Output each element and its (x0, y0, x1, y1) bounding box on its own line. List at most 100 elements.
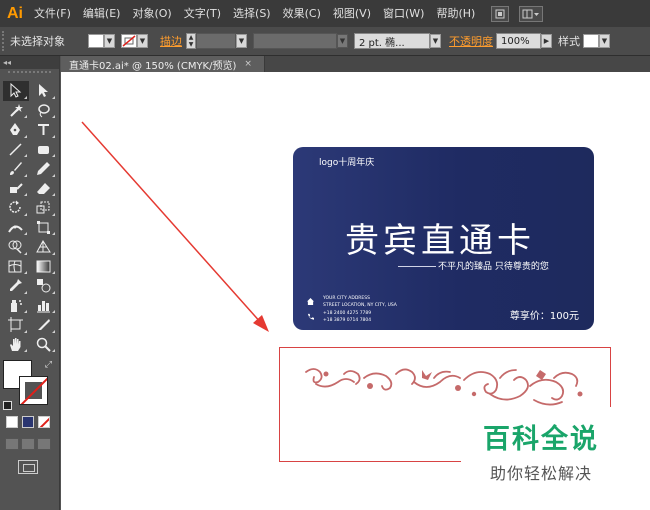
mesh-tool[interactable] (3, 257, 29, 277)
menu-edit[interactable]: 编辑(E) (77, 0, 127, 27)
selection-arrow-icon (10, 83, 22, 98)
stroke-weight-stepper[interactable]: ▲ ▼ (186, 33, 196, 49)
stroke-weight-dropdown[interactable]: ▼ (236, 34, 247, 48)
blob-brush-tool[interactable] (3, 179, 29, 199)
opacity-field[interactable]: 100% (496, 33, 541, 49)
magic-wand-tool[interactable] (3, 101, 29, 121)
card-slogan: 不平凡的臻品 只待尊贵的您 (438, 262, 549, 272)
pencil-tool[interactable] (31, 159, 57, 179)
eraser-tool[interactable] (31, 179, 57, 199)
brush-definition-field[interactable]: 2 pt. 椭... (354, 33, 430, 49)
tools-panel-collapse[interactable]: ◂◂ (0, 56, 59, 69)
symbol-sprayer-tool[interactable] (3, 296, 29, 316)
document-tab[interactable]: 直通卡02.ai* @ 150% (CMYK/预览) × (61, 56, 265, 72)
draw-inside-button[interactable] (37, 438, 51, 450)
fill-dropdown[interactable]: ▼ (104, 34, 115, 48)
selection-status: 未选择对象 (10, 35, 65, 48)
width-tool[interactable] (3, 218, 29, 238)
artboard-tool[interactable] (3, 315, 29, 335)
line-segment-icon (9, 143, 22, 156)
stroke-weight-field[interactable] (196, 33, 236, 49)
phone-icon (307, 313, 314, 320)
eyedropper-icon (10, 279, 22, 292)
zoom-icon (36, 337, 51, 352)
draw-normal-button[interactable] (5, 438, 19, 450)
screen-mode-button[interactable] (18, 460, 38, 474)
column-graph-icon (37, 300, 50, 313)
swap-fill-stroke-icon[interactable]: ⤢ (45, 360, 52, 370)
gradient-tool[interactable] (31, 257, 57, 277)
slice-tool[interactable] (31, 315, 57, 335)
blend-icon (37, 279, 51, 293)
artboard-icon (8, 317, 23, 333)
tools-panel-grip[interactable] (8, 71, 51, 79)
rectangle-tool[interactable] (31, 140, 57, 160)
stroke-swatch[interactable] (121, 34, 137, 48)
rotate-tool[interactable] (3, 198, 29, 218)
card-phone-line: +18 2400 4275 7789 (323, 311, 372, 316)
lasso-tool[interactable] (31, 101, 57, 121)
line-segment-tool[interactable] (3, 140, 29, 160)
rounded-rectangle-icon (38, 145, 49, 154)
perspective-grid-tool[interactable] (31, 237, 57, 257)
fill-swatch[interactable] (88, 34, 104, 48)
color-mode-row (6, 416, 59, 428)
default-fill-stroke-icon[interactable] (3, 401, 12, 410)
control-bar-grip[interactable] (2, 31, 6, 51)
blend-tool[interactable] (31, 276, 57, 296)
zoom-tool[interactable] (31, 335, 57, 355)
card-phone-line: +18 3879 0714 7804 (323, 318, 372, 323)
opacity-dropdown[interactable]: ▶ (541, 34, 552, 48)
stroke-color-box[interactable] (19, 376, 48, 405)
type-tool[interactable] (31, 120, 57, 140)
variable-width-profile[interactable] (253, 33, 337, 49)
selection-tool[interactable] (2, 81, 29, 101)
stroke-panel-link[interactable]: 描边 (160, 33, 182, 49)
opacity-panel-link[interactable]: 不透明度 (449, 33, 493, 49)
document-tab-title: 直通卡02.ai* @ 150% (CMYK/预览) (69, 60, 237, 72)
direct-selection-tool[interactable] (31, 81, 57, 101)
artboard-canvas[interactable]: logo十周年庆 贵宾直通卡 不平凡的臻品 只待尊贵的您 YOUR CITY A… (61, 72, 650, 510)
variable-width-dropdown[interactable]: ▼ (337, 34, 348, 48)
watermark-subtitle: 助你轻松解决 (490, 464, 593, 483)
stroke-dropdown[interactable]: ▼ (137, 34, 148, 48)
menu-select[interactable]: 选择(S) (227, 0, 277, 27)
graphic-style-dropdown[interactable]: ▼ (599, 34, 610, 48)
card-address-line: YOUR CITY ADDRESS (323, 296, 370, 301)
gradient-button[interactable] (22, 416, 34, 428)
paintbrush-tool[interactable] (3, 159, 29, 179)
graphic-style-swatch[interactable] (583, 34, 599, 48)
brush-definition-dropdown[interactable]: ▼ (430, 34, 441, 48)
scale-tool[interactable] (31, 198, 57, 218)
mesh-icon (8, 260, 22, 273)
menu-bar: Ai 文件(F) 编辑(E) 对象(O) 文字(T) 选择(S) 效果(C) 视… (0, 0, 650, 27)
menu-view[interactable]: 视图(V) (327, 0, 377, 27)
menu-help[interactable]: 帮助(H) (430, 0, 481, 27)
hand-tool[interactable] (3, 335, 29, 355)
opacity-value: 100% (501, 35, 530, 47)
eyedropper-tool[interactable] (3, 276, 29, 296)
pencil-icon (37, 162, 50, 176)
menu-window[interactable]: 窗口(W) (377, 0, 430, 27)
control-bar: 未选择对象 ▼ ▼ 描边 ▲ ▼ ▼ ▼ 2 pt. 椭... ▼ 不透明度 10… (0, 27, 650, 56)
bridge-button[interactable] (491, 5, 510, 22)
arrange-documents-button[interactable] (519, 5, 544, 22)
eraser-icon (37, 182, 50, 194)
gradient-icon (36, 260, 51, 273)
pen-tool[interactable] (3, 120, 29, 140)
none-button[interactable] (38, 416, 50, 428)
menu-file[interactable]: 文件(F) (28, 0, 77, 27)
menu-type[interactable]: 文字(T) (178, 0, 227, 27)
free-transform-icon (37, 220, 50, 234)
watermark-overlay: 百科全说 助你轻松解决 (461, 407, 650, 510)
document-tab-bar: 直通卡02.ai* @ 150% (CMYK/预览) × (61, 56, 650, 72)
draw-behind-button[interactable] (21, 438, 35, 450)
free-transform-tool[interactable] (31, 218, 57, 238)
shape-builder-tool[interactable] (3, 237, 29, 257)
close-tab-icon[interactable]: × (244, 59, 252, 69)
column-graph-tool[interactable] (31, 296, 57, 316)
color-button[interactable] (6, 416, 18, 428)
vip-card-front[interactable]: logo十周年庆 贵宾直通卡 不平凡的臻品 只待尊贵的您 YOUR CITY A… (293, 147, 594, 330)
menu-effect[interactable]: 效果(C) (277, 0, 327, 27)
menu-object[interactable]: 对象(O) (126, 0, 177, 27)
